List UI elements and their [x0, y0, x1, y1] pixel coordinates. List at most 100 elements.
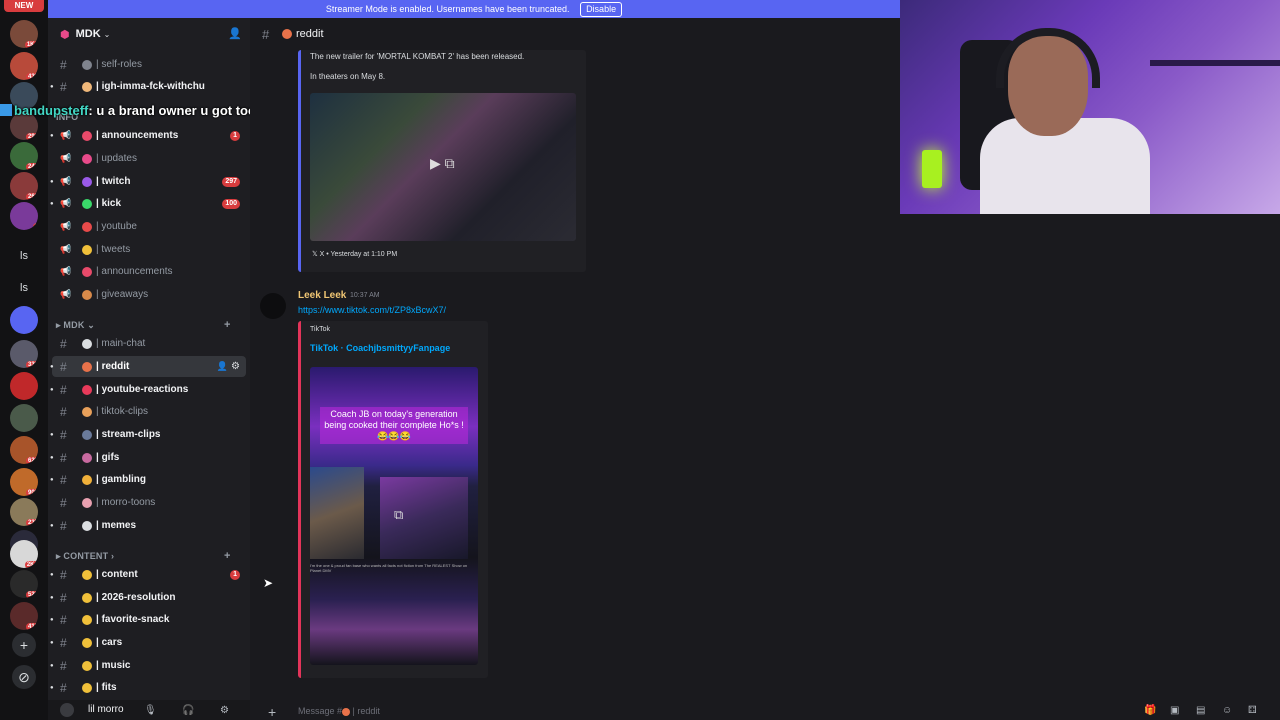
channel-label: | igh-imma-fck-withchu [96, 81, 205, 92]
channel-kick[interactable]: ● 📢 | kick 100 [50, 193, 246, 214]
channel-tweets[interactable]: 📢 | tweets [52, 239, 246, 260]
embed-title-link[interactable]: TikTok · CoachjbsmittyyFanpage [310, 343, 450, 353]
microphone-icon[interactable]: 🎙 [144, 705, 157, 716]
apps-icon[interactable]: ⚃ [1248, 705, 1257, 716]
channel-gifs[interactable]: ● # | gifs [50, 447, 246, 468]
channel-fits[interactable]: ● # | fits [50, 677, 246, 698]
server-icon[interactable]: 246 [10, 142, 38, 170]
category-content-label: CONTENT [63, 551, 109, 561]
message-composer[interactable]: + Message # | reddit 🎁 ▣ ▤ ☺ ⚃ [250, 704, 1280, 720]
channel-youtube[interactable]: 📢 | youtube [52, 216, 246, 237]
server-icon[interactable]: 909 [10, 468, 38, 496]
server-icon[interactable]: 2K+ [10, 540, 38, 568]
add-attachment-icon[interactable]: + [268, 704, 276, 720]
channel-emoji-icon [82, 338, 92, 349]
channel-emoji-icon [82, 59, 92, 70]
reddit-emoji-icon [282, 29, 292, 39]
server-icon[interactable] [10, 404, 38, 432]
add-channel-icon[interactable]: + [224, 319, 231, 331]
hash-icon: # [60, 612, 67, 627]
message-placeholder-channel: | reddit [352, 706, 380, 716]
server-text-ls[interactable]: ls [10, 242, 38, 270]
overlay-badge-icon [0, 104, 12, 116]
server-icon[interactable] [10, 372, 38, 400]
message-input[interactable]: Message # | reddit [298, 706, 380, 716]
channel-updates[interactable]: 📢 | updates [52, 148, 246, 169]
channel-reddit[interactable]: ● # | reddit 👤 ⚙ [50, 356, 246, 377]
play-icon[interactable]: ⧉ [394, 507, 403, 523]
gif-icon[interactable]: ▣ [1170, 705, 1179, 716]
server-icon[interactable]: 1K+ [10, 20, 38, 48]
megaphone-icon: 📢 [60, 130, 72, 140]
channel-announcements[interactable]: 📢 | announcements [52, 261, 246, 282]
discord-server-icon[interactable] [10, 306, 38, 334]
hash-icon: # [60, 450, 67, 465]
channel-youtube-reactions[interactable]: ● # | youtube-reactions [50, 379, 246, 400]
gear-icon[interactable]: ⚙ [231, 361, 240, 372]
channel-gambling[interactable]: ● # | gambling [50, 469, 246, 490]
gear-icon[interactable]: ⚙ [220, 705, 229, 716]
channel-cars[interactable]: ● # | cars [50, 632, 246, 653]
channel-emoji-icon [82, 130, 92, 141]
stream-chat-overlay: bandupsteff : u a brand owner u got too … [0, 100, 280, 120]
invite-icon[interactable]: 👤 [217, 361, 228, 372]
megaphone-icon: 📢 [60, 266, 72, 276]
server-icon[interactable]: 330 [10, 340, 38, 368]
channel-main-chat[interactable]: # | main-chat [52, 333, 246, 354]
user-panel[interactable]: lil morro 🎙 🎧 ⚙ [48, 700, 250, 720]
channel-announcements[interactable]: ● 📢 | announcements 1 [50, 125, 246, 146]
thumbnail-photo [310, 467, 364, 559]
add-member-icon[interactable]: 👤 [228, 27, 242, 40]
embed-video-thumbnail[interactable]: Coach JB on today's generation being coo… [310, 367, 478, 665]
hash-icon: # [60, 518, 67, 533]
channel-memes[interactable]: ● # | memes [50, 515, 246, 536]
channel-giveaways[interactable]: 📢 | giveaways [52, 284, 246, 305]
server-icon[interactable]: 268 [10, 172, 38, 200]
explore-icon[interactable]: ⊘ [12, 665, 36, 689]
emoji-icon[interactable]: ☺ [1222, 705, 1232, 716]
headphones-icon[interactable]: 🎧 [182, 705, 194, 716]
channel-emoji-icon [82, 384, 92, 395]
add-channel-icon-2[interactable]: + [224, 550, 231, 562]
embed-video[interactable]: ▶ ⧉ [310, 93, 576, 241]
server-badge: 268 [25, 193, 38, 200]
server-badge: 6 [32, 223, 38, 230]
add-server-icon[interactable]: + [12, 633, 36, 657]
channel-music[interactable]: ● # | music [50, 655, 246, 676]
server-badge: 296 [25, 133, 38, 140]
channel-emoji-icon [82, 429, 92, 440]
message-author[interactable]: Leek Leek [298, 290, 346, 301]
disable-streamer-mode-button[interactable]: Disable [580, 2, 623, 17]
channel-tiktok-clips[interactable]: # | tiktok-clips [52, 401, 246, 422]
channel-self-roles[interactable]: # | self-roles [52, 54, 246, 75]
channel-label: | updates [96, 153, 137, 164]
server-icon[interactable]: 439 [10, 52, 38, 80]
sticker-icon[interactable]: ▤ [1196, 705, 1205, 716]
category-content[interactable]: ▸ CONTENT › + [56, 550, 230, 562]
server-icon[interactable]: 235 [10, 498, 38, 526]
channel-2026-resolution[interactable]: ● # | 2026-resolution [50, 587, 246, 608]
avatar[interactable] [260, 293, 286, 319]
x-logo-icon: 𝕏 [312, 251, 320, 258]
message-link[interactable]: https://www.tiktok.com/t/ZP8xBcwX7/ [298, 305, 446, 315]
server-icon[interactable]: 629 [10, 436, 38, 464]
server-icon[interactable]: 520 [10, 570, 38, 598]
channel-morro-toons[interactable]: # | morro-toons [52, 492, 246, 513]
server-icon[interactable]: 6 [10, 202, 38, 230]
gift-icon[interactable]: 🎁 [1144, 705, 1156, 716]
channel-label: | gambling [96, 474, 147, 485]
megaphone-icon: 📢 [60, 176, 72, 186]
channel-stream-clips[interactable]: ● # | stream-clips [50, 424, 246, 445]
channel-twitch[interactable]: ● 📢 | twitch 297 [50, 171, 246, 192]
server-icon[interactable]: 413 [10, 602, 38, 630]
server-text-ls-2[interactable]: ls [10, 274, 38, 302]
category-mdk[interactable]: ▸ MDK ⌄ + [56, 319, 230, 331]
play-icon[interactable]: ▶ ⧉ [430, 155, 455, 172]
mention-badge: 297 [222, 176, 240, 187]
video-caption: Coach JB on today's generation being coo… [320, 407, 468, 444]
channel-igh-imma-fck-withchu[interactable]: ● # | igh-imma-fck-withchu [50, 76, 246, 97]
channel-emoji-icon [82, 614, 92, 625]
channel-favorite-snack[interactable]: ● # | favorite-snack [50, 609, 246, 630]
channel-content[interactable]: ● # | content 1 [50, 564, 246, 585]
guild-header[interactable]: ⬢ MDK ⌄ 👤 [48, 18, 250, 50]
